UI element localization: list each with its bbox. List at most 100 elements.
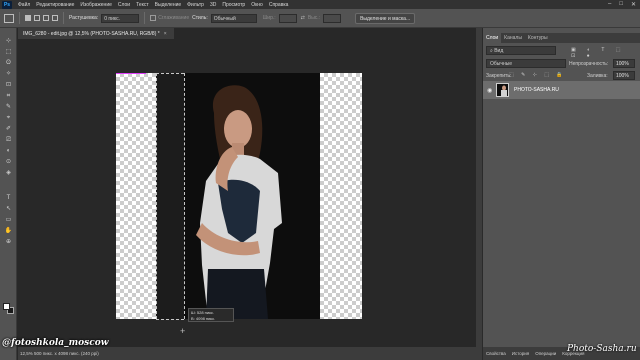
lasso-tool-icon[interactable]: ʘ: [4, 60, 13, 67]
fill-label: Заливка:: [587, 73, 608, 79]
document-tab[interactable]: IMG_6280 - edit.jpg @ 12,5% (PHOTO-SASHA…: [18, 28, 174, 39]
style-select[interactable]: Обычный: [210, 13, 257, 23]
subtract-selection-icon[interactable]: [43, 15, 49, 21]
tab-channels[interactable]: Каналы: [501, 35, 525, 41]
clone-stamp-tool-icon[interactable]: ⎚: [4, 137, 13, 144]
status-bar: 12,5% 500 пикс. x 4098 пикс. (240 ppi): [18, 347, 476, 360]
marquee-preset-icon[interactable]: [4, 13, 14, 23]
tab-layers[interactable]: Слои: [483, 33, 502, 43]
layer-name: PHOTO-SASHA.RU: [514, 87, 559, 93]
blend-mode-select[interactable]: Обычные: [486, 59, 566, 68]
new-selection-icon[interactable]: [25, 15, 31, 21]
marquee-tool-icon[interactable]: ⬚: [4, 49, 13, 56]
menu-bar: Ps Файл Редактирование Изображение Слои …: [0, 0, 640, 9]
menu-filter[interactable]: Фильтр: [187, 2, 204, 8]
gradient-tool-icon[interactable]: ◈: [4, 170, 13, 177]
close-icon[interactable]: ×: [164, 31, 167, 37]
selection-size-readout: Ш: 528 пикс. В: 4098 пикс.: [188, 308, 234, 322]
readout-height: В: 4098 пикс.: [191, 316, 216, 321]
menu-select[interactable]: Выделение: [155, 2, 182, 8]
tab-paths[interactable]: Контуры: [525, 35, 551, 41]
transparent-area-right: [320, 73, 362, 319]
eyedropper-tool-icon[interactable]: ✎: [4, 104, 13, 111]
width-input[interactable]: [278, 13, 297, 23]
separator: [19, 12, 20, 24]
tab-history[interactable]: История: [509, 351, 532, 356]
menu-layers[interactable]: Слои: [118, 2, 130, 8]
watermark-left: @fotoshkola_moscow: [2, 338, 109, 348]
layers-panel: Слои Каналы Контуры ⌕ Вид ▣ ◐ T ⬚ ⊡ ● Об…: [483, 28, 640, 360]
collapsed-panel-strip[interactable]: [476, 28, 483, 360]
canvas-area[interactable]: Ш: 528 пикс. В: 4098 пикс. +: [18, 39, 476, 347]
height-label: Выс.:: [307, 15, 321, 21]
type-tool-icon[interactable]: T: [4, 195, 13, 202]
foreground-color-swatch[interactable]: [3, 303, 10, 310]
visibility-eye-icon[interactable]: ◉: [487, 87, 492, 94]
portrait-image: [156, 73, 320, 319]
brush-tool-icon[interactable]: ✐: [4, 126, 13, 133]
window-controls: – □ ✕: [608, 1, 636, 8]
crop-tool-icon[interactable]: ⊡: [4, 82, 13, 89]
rectangle-tool-icon[interactable]: ▭: [4, 217, 13, 224]
magic-wand-tool-icon[interactable]: ✧: [4, 71, 13, 78]
watermark-right: Photo-Sasha.ru: [567, 344, 637, 354]
menu-image[interactable]: Изображение: [80, 2, 112, 8]
lock-label: Закрепить:: [486, 73, 512, 79]
layer-thumbnail-image: [497, 84, 508, 96]
status-info: 12,5% 500 пикс. x 4098 пикс. (240 ppi): [20, 351, 99, 356]
menu-edit[interactable]: Редактирование: [36, 2, 74, 8]
menu-3d[interactable]: 3D: [210, 2, 216, 8]
document-title: IMG_6280 - edit.jpg @ 12,5% (PHOTO-SASHA…: [23, 30, 160, 37]
lock-icons[interactable]: ⬚ ✎ ⊹ ⬚ 🔒: [509, 72, 566, 78]
layer-filter-icons[interactable]: ▣ ◐ T ⬚ ⊡ ●: [571, 47, 640, 59]
minimize-button[interactable]: –: [608, 1, 611, 8]
swap-icon[interactable]: ⇄: [301, 15, 305, 21]
add-selection-icon[interactable]: [34, 15, 40, 21]
tools-panel: ⊹ ⬚ ʘ ✧ ⊡ ⌗ ✎ ⌖ ✐ ⎚ ◐ ⊙ ◈ T ↖ ▭ ✋ ⊕: [0, 28, 17, 360]
frame-tool-icon[interactable]: ⌗: [4, 93, 13, 100]
layer-filter-value: Вид: [494, 48, 504, 54]
selection-edge-top: [156, 73, 184, 74]
photoshop-window: Ps Файл Редактирование Изображение Слои …: [0, 0, 640, 360]
separator: [144, 12, 146, 24]
history-brush-tool-icon[interactable]: ◐: [4, 148, 13, 155]
fill-input[interactable]: 100%: [613, 71, 635, 80]
antialias-label: Сглаживание: [158, 15, 190, 21]
crosshair-cursor-icon: +: [180, 326, 186, 336]
path-selection-tool-icon[interactable]: ↖: [4, 206, 13, 213]
layer-filter-select[interactable]: ⌕ Вид: [486, 46, 556, 55]
menu-type[interactable]: Текст: [136, 2, 149, 8]
width-label: Шир.:: [262, 15, 276, 21]
options-bar: Растушевка: 0 пикс. Сглаживание Стиль: О…: [0, 9, 640, 28]
hand-tool-icon[interactable]: ✋: [4, 228, 13, 235]
layer-row[interactable]: ◉ PHOTO-SASHA.RU: [483, 81, 640, 99]
intersect-selection-icon[interactable]: [52, 15, 58, 21]
opacity-input[interactable]: 100%: [613, 59, 635, 68]
transparent-area-left: [116, 73, 156, 319]
selection-edge-right: [184, 73, 185, 319]
style-label: Стиль:: [192, 15, 208, 21]
tab-actions[interactable]: Операции: [532, 351, 559, 356]
layer-thumbnail: [496, 83, 509, 97]
photo-layer: [156, 73, 320, 319]
menu-file[interactable]: Файл: [18, 2, 30, 8]
antialias-checkbox[interactable]: [150, 15, 157, 21]
app-logo[interactable]: Ps: [2, 0, 12, 9]
maximize-button[interactable]: □: [619, 1, 623, 8]
selection-edge-left: [156, 73, 157, 319]
feather-label: Растушевка:: [69, 15, 99, 21]
menu-view[interactable]: Просмотр: [222, 2, 245, 8]
eraser-tool-icon[interactable]: ⊙: [4, 159, 13, 166]
menu-help[interactable]: Справка: [269, 2, 289, 8]
tab-properties[interactable]: Свойства: [483, 351, 509, 356]
zoom-tool-icon[interactable]: ⊕: [4, 239, 13, 246]
close-window-button[interactable]: ✕: [631, 1, 636, 8]
healing-brush-tool-icon[interactable]: ⌖: [4, 115, 13, 122]
panel-tabs: Слои Каналы Контуры: [483, 33, 640, 43]
menu-window[interactable]: Окно: [251, 2, 263, 8]
move-tool-icon[interactable]: ⊹: [4, 38, 13, 45]
feather-input[interactable]: 0 пикс.: [101, 13, 140, 23]
opacity-label: Непрозрачность:: [569, 61, 609, 67]
select-and-mask-button[interactable]: Выделение и маска...: [355, 12, 416, 24]
height-input[interactable]: [323, 13, 342, 23]
